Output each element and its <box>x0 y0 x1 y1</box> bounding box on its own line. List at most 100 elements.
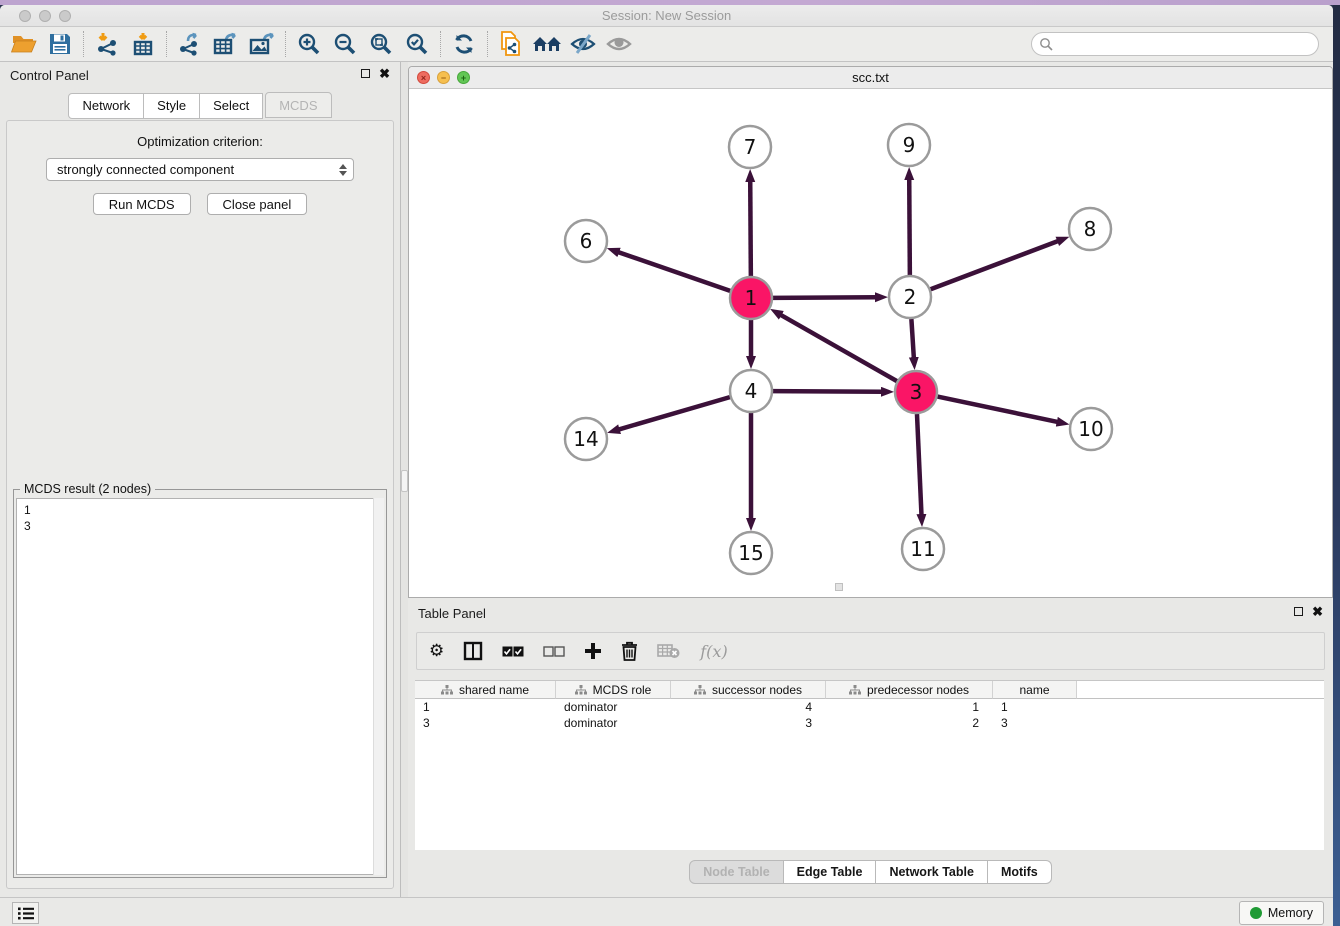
hide-panel-button[interactable] <box>565 29 601 59</box>
save-session-button[interactable] <box>42 29 78 59</box>
graph-edge-4-14[interactable] <box>618 397 730 430</box>
select-all-button[interactable] <box>502 646 524 657</box>
graph-edge-2-9[interactable] <box>909 178 910 275</box>
add-column-button[interactable] <box>584 642 602 660</box>
export-image-button[interactable] <box>244 29 280 59</box>
graph-edge-2-3[interactable] <box>911 319 914 359</box>
open-session-button[interactable] <box>6 29 42 59</box>
network-graph[interactable]: 7 9 6 8 1 2 4 3 14 10 15 11 <box>409 89 1332 593</box>
cell-successor-nodes[interactable]: 4 <box>671 699 826 715</box>
graph-node-10[interactable]: 10 <box>1070 408 1112 450</box>
mcds-tab-panel: Optimization criterion: strongly connect… <box>6 120 394 889</box>
home-button[interactable] <box>529 29 565 59</box>
cell-successor-nodes[interactable]: 3 <box>671 715 826 731</box>
graph-edge-2-8[interactable] <box>931 241 1060 290</box>
run-mcds-button[interactable]: Run MCDS <box>93 193 191 215</box>
toolbar-separator <box>83 31 84 57</box>
graph-node-6[interactable]: 6 <box>565 220 607 262</box>
column-header-successor-nodes[interactable]: successor nodes <box>671 681 826 699</box>
column-header-name[interactable]: name <box>993 681 1077 699</box>
graph-node-3[interactable]: 3 <box>895 371 937 413</box>
column-header-filler <box>1077 681 1324 699</box>
svg-text:15: 15 <box>738 541 763 565</box>
search-input[interactable] <box>1031 32 1319 56</box>
close-panel-icon[interactable]: ✖ <box>1312 606 1323 617</box>
graph-edge-3-11[interactable] <box>917 414 922 516</box>
table-options-button[interactable]: ⚙ <box>429 641 444 661</box>
graph-node-15[interactable]: 15 <box>730 532 772 574</box>
toolbar-separator <box>166 31 167 57</box>
cell-shared-name[interactable]: 3 <box>415 715 556 731</box>
cell-name[interactable]: 3 <box>993 715 1077 731</box>
graph-edge-1-6[interactable] <box>617 252 730 291</box>
graph-node-8[interactable]: 8 <box>1069 208 1111 250</box>
table-row[interactable]: 3 dominator 3 2 3 <box>415 715 1324 731</box>
graph-edge-4-3[interactable] <box>773 391 883 392</box>
svg-text:6: 6 <box>580 229 593 253</box>
zoom-in-button[interactable] <box>291 29 327 59</box>
cell-predecessor-nodes[interactable]: 2 <box>826 715 993 731</box>
tab-style[interactable]: Style <box>144 93 200 119</box>
cell-mcds-role[interactable]: dominator <box>556 699 671 715</box>
tab-edge-table[interactable]: Edge Table <box>784 860 877 884</box>
float-panel-icon[interactable] <box>1294 607 1303 616</box>
graph-node-4[interactable]: 4 <box>730 370 772 412</box>
optimization-criterion-select[interactable]: strongly connected component <box>46 158 354 181</box>
import-table-button[interactable] <box>125 29 161 59</box>
cell-predecessor-nodes[interactable]: 1 <box>826 699 993 715</box>
function-builder-button[interactable]: f(x) <box>700 642 727 661</box>
unselect-all-button[interactable] <box>543 646 565 657</box>
graph-node-1[interactable]: 1 <box>730 277 772 319</box>
duplicate-network-button[interactable] <box>493 29 529 59</box>
graph-edge-3-1[interactable] <box>780 314 897 381</box>
graph-node-2[interactable]: 2 <box>889 276 931 318</box>
show-columns-button[interactable] <box>463 641 483 661</box>
eye-slash-icon <box>570 33 596 55</box>
graph-edge-1-2[interactable] <box>773 297 877 298</box>
float-panel-icon[interactable] <box>361 69 370 78</box>
graph-edge-3-10[interactable] <box>938 397 1059 423</box>
graph-edge-1-7[interactable] <box>750 180 751 276</box>
column-header-predecessor-nodes[interactable]: predecessor nodes <box>826 681 993 699</box>
close-panel-button[interactable]: Close panel <box>207 193 308 215</box>
splitter-handle[interactable] <box>401 470 408 492</box>
show-panel-button[interactable] <box>601 29 637 59</box>
mcds-result-scrollbar[interactable] <box>373 498 384 875</box>
mcds-result-text[interactable]: 1 3 <box>16 498 384 875</box>
graph-node-11[interactable]: 11 <box>902 528 944 570</box>
export-table-button[interactable] <box>208 29 244 59</box>
cell-shared-name[interactable]: 1 <box>415 699 556 715</box>
close-panel-icon[interactable]: ✖ <box>379 68 390 79</box>
graph-node-14[interactable]: 14 <box>565 418 607 460</box>
toolbar-separator <box>285 31 286 57</box>
network-canvas[interactable]: 7 9 6 8 1 2 4 3 14 10 15 11 <box>409 89 1332 593</box>
refresh-button[interactable] <box>446 29 482 59</box>
column-header-mcds-role[interactable]: MCDS role <box>556 681 671 699</box>
table-row[interactable]: 1 dominator 4 1 1 <box>415 699 1324 715</box>
import-network-button[interactable] <box>89 29 125 59</box>
cell-mcds-role[interactable]: dominator <box>556 715 671 731</box>
delete-column-button[interactable] <box>621 641 638 661</box>
zoom-fit-button[interactable] <box>363 29 399 59</box>
memory-button[interactable]: Memory <box>1239 901 1324 925</box>
column-header-shared-name[interactable]: shared name <box>415 681 556 699</box>
tab-network[interactable]: Network <box>68 93 144 119</box>
tab-motifs[interactable]: Motifs <box>988 860 1052 884</box>
tab-mcds[interactable]: MCDS <box>265 92 331 118</box>
tab-select[interactable]: Select <box>200 93 263 119</box>
graph-node-9[interactable]: 9 <box>888 124 930 166</box>
tab-network-table[interactable]: Network Table <box>876 860 988 884</box>
cell-name[interactable]: 1 <box>993 699 1077 715</box>
zoom-out-button[interactable] <box>327 29 363 59</box>
eye-icon <box>606 33 632 55</box>
canvas-scroll-knob[interactable] <box>835 583 843 591</box>
tab-node-table[interactable]: Node Table <box>689 860 783 884</box>
sitemap-icon <box>575 685 587 695</box>
panel-splitter[interactable] <box>401 62 408 897</box>
zoom-selected-button[interactable] <box>399 29 435 59</box>
task-history-button[interactable] <box>12 902 39 924</box>
delete-table-button[interactable] <box>657 643 681 659</box>
status-bar: Memory <box>0 897 1333 926</box>
export-network-button[interactable] <box>172 29 208 59</box>
graph-node-7[interactable]: 7 <box>729 126 771 168</box>
